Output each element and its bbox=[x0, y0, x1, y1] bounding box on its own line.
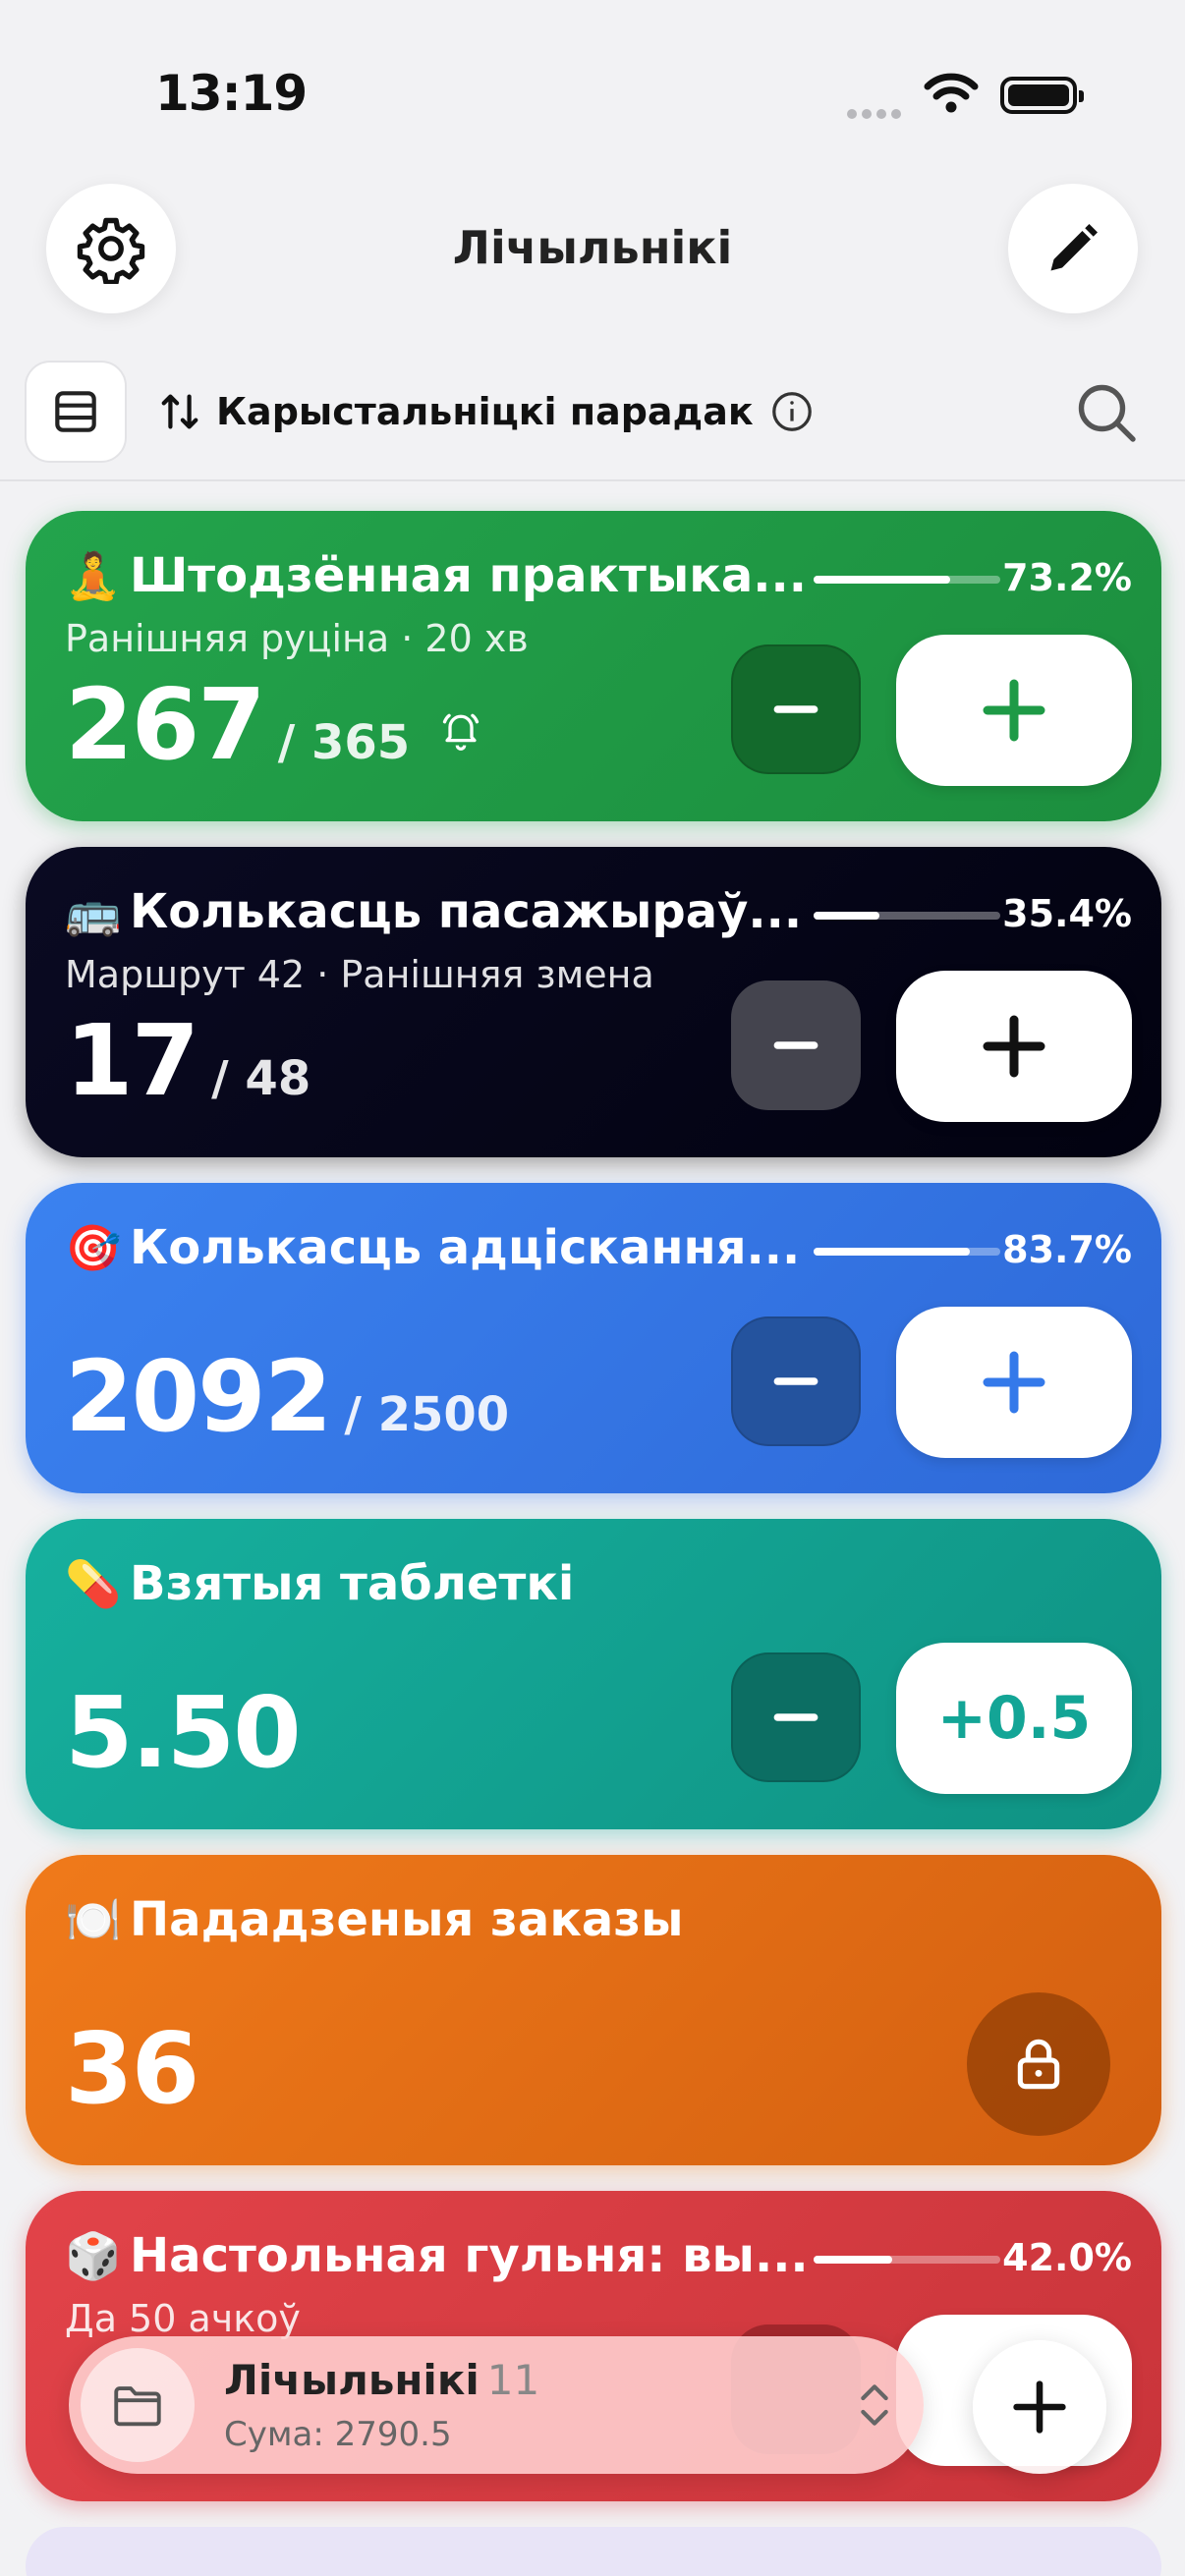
group-selector-bar[interactable]: Лічыльнікі 11 Сума: 2790.5 bbox=[69, 2336, 924, 2474]
info-icon[interactable] bbox=[769, 389, 815, 434]
progress-bar bbox=[814, 912, 1000, 920]
decrement-button[interactable] bbox=[731, 644, 861, 774]
counter-title-text: Пададзеныя заказы bbox=[130, 1892, 684, 1947]
counter-goal: / 2500 bbox=[344, 1387, 510, 1442]
progress-bar bbox=[814, 576, 1000, 584]
group-name: Лічыльнікі bbox=[224, 2356, 480, 2404]
progress-fill bbox=[814, 2256, 892, 2264]
counter-title: 🧘 Штодзённая практыка... bbox=[65, 548, 807, 603]
search-icon[interactable] bbox=[1071, 377, 1142, 448]
increment-button[interactable] bbox=[896, 971, 1132, 1122]
counter-title: 🍽️ Пададзеныя заказы bbox=[65, 1892, 684, 1947]
chevron-up-down-icon bbox=[861, 2384, 888, 2426]
counter-emoji: 🎯 bbox=[65, 1220, 122, 1274]
counter-value: 5.50 bbox=[65, 1675, 302, 1790]
minus-icon bbox=[773, 1041, 818, 1049]
bell-icon bbox=[443, 713, 480, 751]
pencil-icon bbox=[1050, 224, 1098, 271]
counter-value-row: 36 bbox=[65, 2011, 199, 2126]
decrement-button[interactable] bbox=[731, 980, 861, 1110]
toolbar: Карыстальніцкі парадак bbox=[0, 354, 1185, 481]
list-layout-icon bbox=[55, 391, 96, 432]
counter-card[interactable]: 🧘 Штодзённая практыка... 73.2% Ранішняя р… bbox=[26, 511, 1161, 821]
group-count: 11 bbox=[486, 2356, 540, 2404]
minus-icon bbox=[773, 705, 818, 713]
counter-card[interactable]: 🎯 Колькасць адціскання... 83.7% 2092 / 25… bbox=[26, 1183, 1161, 1493]
counter-value-row: 267 / 365 bbox=[65, 667, 482, 782]
counter-title-text: Настольная гульня: вы... bbox=[130, 2228, 809, 2283]
counter-value: 36 bbox=[65, 2011, 199, 2126]
lock-icon bbox=[1017, 2039, 1060, 2090]
counter-value-row: 5.50 bbox=[65, 1675, 302, 1790]
plus-icon bbox=[983, 1015, 1045, 1078]
decrement-button[interactable] bbox=[731, 1316, 861, 1446]
counter-value: 267 bbox=[65, 667, 266, 782]
counter-emoji: 🧘 bbox=[65, 548, 122, 602]
counter-subtitle: Маршрут 42 · Ранішняя змена bbox=[65, 953, 654, 996]
plus-icon bbox=[1013, 2380, 1066, 2434]
counter-emoji: 🚌 bbox=[65, 884, 122, 938]
group-sum: Сума: 2790.5 bbox=[224, 2415, 452, 2454]
counter-value: 17 bbox=[65, 1003, 199, 1118]
counter-value: 2092 bbox=[65, 1339, 332, 1454]
counter-value-row: 2092 / 2500 bbox=[65, 1339, 509, 1454]
decrement-button[interactable] bbox=[731, 1652, 861, 1782]
counter-goal: / 365 bbox=[277, 715, 411, 770]
counter-title: 🎲 Настольная гульня: вы... bbox=[65, 2228, 809, 2283]
status-time: 13:19 bbox=[155, 65, 308, 122]
increment-label: +0.5 bbox=[936, 1684, 1092, 1753]
minus-icon bbox=[773, 1713, 818, 1721]
folder-icon bbox=[114, 2386, 161, 2427]
counter-subtitle: Да 50 ачкоў bbox=[65, 2297, 301, 2340]
cellular-signal-icon bbox=[847, 104, 906, 123]
counter-card[interactable]: 🍽️ Пададзеныя заказы 36 bbox=[26, 1855, 1161, 2165]
counter-title-text: Колькасць пасажыраў... bbox=[130, 884, 803, 939]
counter-value-row: 17 / 48 bbox=[65, 1003, 310, 1118]
battery-icon bbox=[1000, 77, 1084, 114]
sort-arrows-icon bbox=[161, 394, 198, 429]
progress-bar bbox=[814, 2256, 1000, 2264]
counter-card[interactable]: 💊 Взятыя таблеткі 5.50 +0.5 bbox=[26, 1519, 1161, 1829]
progress-percent: 73.2% bbox=[1002, 556, 1132, 599]
add-counter-button[interactable] bbox=[973, 2340, 1106, 2474]
progress-fill bbox=[814, 912, 880, 920]
counter-title: 🚌 Колькасць пасажыраў... bbox=[65, 884, 802, 939]
wifi-icon bbox=[924, 73, 979, 113]
counter-goal: / 48 bbox=[211, 1051, 311, 1106]
progress-fill bbox=[814, 1248, 971, 1256]
edit-button[interactable] bbox=[1008, 184, 1138, 313]
progress-bar bbox=[814, 1248, 1000, 1256]
layout-toggle-button[interactable] bbox=[25, 361, 127, 463]
progress-percent: 35.4% bbox=[1002, 892, 1132, 935]
progress-percent: 83.7% bbox=[1002, 1228, 1132, 1271]
progress-fill bbox=[814, 576, 951, 584]
progress-percent: 42.0% bbox=[1002, 2236, 1132, 2279]
counter-title-text: Взятыя таблеткі bbox=[130, 1556, 575, 1611]
counter-title: 🎯 Колькасць адціскання... bbox=[65, 1220, 800, 1275]
counter-title-text: Штодзённая практыка... bbox=[130, 548, 807, 603]
increment-button[interactable] bbox=[896, 635, 1132, 786]
status-bar: 13:19 bbox=[0, 0, 1185, 167]
nav-bar: Лічыльнікі bbox=[0, 167, 1185, 334]
counter-emoji: 🍽️ bbox=[65, 1892, 122, 1946]
increment-button[interactable]: +0.5 bbox=[896, 1643, 1132, 1794]
plus-icon bbox=[983, 679, 1045, 742]
counter-emoji: 💊 bbox=[65, 1556, 122, 1610]
minus-icon bbox=[773, 1377, 818, 1385]
counter-title-text: Колькасць адціскання... bbox=[130, 1220, 801, 1275]
lock-button[interactable] bbox=[967, 1992, 1110, 2136]
group-title: Лічыльнікі 11 bbox=[224, 2356, 539, 2404]
folder-button[interactable] bbox=[81, 2348, 195, 2462]
counter-card[interactable]: 🚌 Колькасць пасажыраў... 35.4% Маршрут 42… bbox=[26, 847, 1161, 1157]
counter-emoji: 🎲 bbox=[65, 2228, 122, 2282]
counter-subtitle: Ранішняя руціна · 20 хв bbox=[65, 617, 529, 660]
plus-icon bbox=[983, 1351, 1045, 1414]
sort-label: Карыстальніцкі парадак bbox=[216, 390, 754, 433]
counter-card-peek bbox=[26, 2527, 1161, 2576]
counter-title: 💊 Взятыя таблеткі bbox=[65, 1556, 574, 1611]
increment-button[interactable] bbox=[896, 1307, 1132, 1458]
sort-selector[interactable]: Карыстальніцкі парадак bbox=[157, 389, 815, 434]
